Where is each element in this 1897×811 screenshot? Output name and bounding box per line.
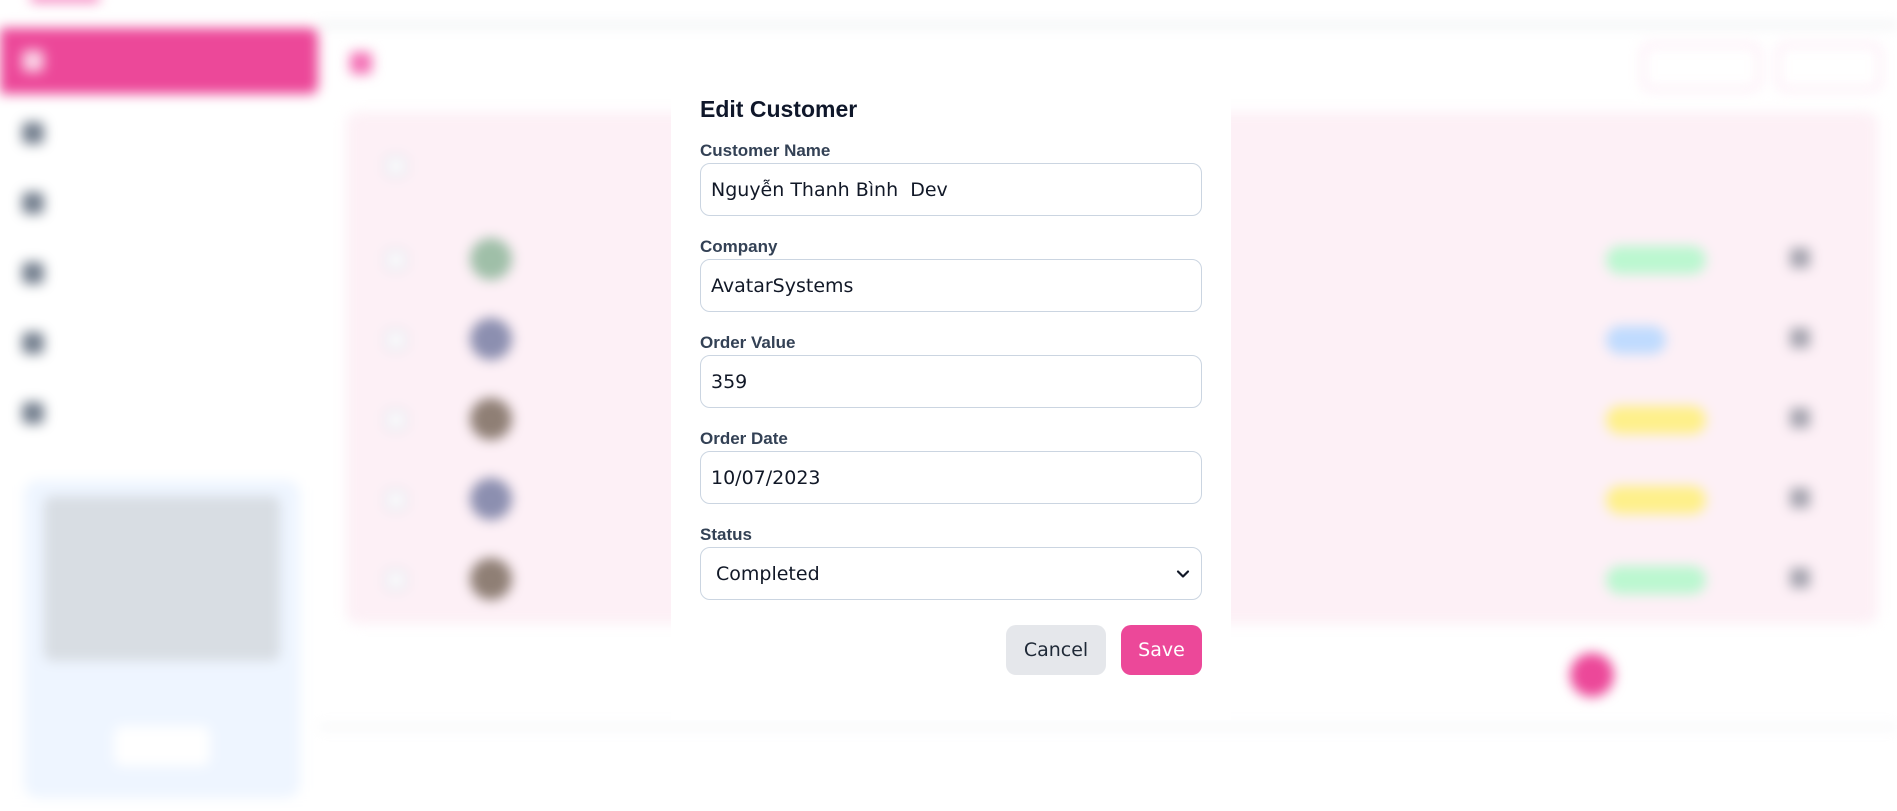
import-button[interactable] bbox=[1642, 44, 1760, 90]
avatar bbox=[470, 238, 512, 280]
edit-icon[interactable] bbox=[1790, 568, 1810, 588]
report-header bbox=[350, 52, 372, 74]
edit-customer-modal: Edit Customer Customer Name Company Orde… bbox=[671, 70, 1231, 720]
row-checkbox[interactable] bbox=[386, 250, 406, 270]
company-input[interactable] bbox=[700, 259, 1202, 312]
modal-actions: Cancel Save bbox=[671, 625, 1202, 675]
page-button[interactable] bbox=[1622, 653, 1666, 697]
sidebar-item[interactable] bbox=[0, 240, 318, 306]
status-label: Status bbox=[700, 525, 752, 544]
sidebar-item[interactable] bbox=[0, 310, 318, 376]
prev-page-button[interactable] bbox=[1518, 653, 1562, 697]
row-checkbox[interactable] bbox=[386, 410, 406, 430]
sidebar-item[interactable] bbox=[0, 380, 318, 446]
page-button[interactable] bbox=[1726, 653, 1770, 697]
avatar bbox=[470, 558, 512, 600]
customer-name-input[interactable] bbox=[700, 163, 1202, 216]
sidebar-item-active[interactable] bbox=[0, 28, 318, 94]
sidebar-item[interactable] bbox=[0, 170, 318, 236]
row-checkbox[interactable] bbox=[386, 330, 406, 350]
cancel-button[interactable]: Cancel bbox=[1006, 625, 1106, 675]
company-field: Company bbox=[700, 236, 1202, 312]
save-button[interactable]: Save bbox=[1121, 625, 1202, 675]
next-page-button[interactable] bbox=[1830, 653, 1874, 697]
projects-icon bbox=[22, 122, 44, 144]
integrations-icon bbox=[22, 402, 44, 424]
messages-icon bbox=[22, 332, 44, 354]
order-value-label: Order Value bbox=[700, 333, 796, 352]
customer-name-field: Customer Name bbox=[700, 140, 1202, 216]
dashboard-icon bbox=[22, 50, 44, 72]
edit-icon[interactable] bbox=[1790, 248, 1810, 268]
status-selected-value: Completed bbox=[716, 562, 820, 585]
page-button-active[interactable] bbox=[1570, 653, 1614, 697]
order-date-field: Order Date bbox=[700, 428, 1202, 504]
order-value-field: Order Value bbox=[700, 332, 1202, 408]
edit-icon[interactable] bbox=[1790, 488, 1810, 508]
order-date-input[interactable] bbox=[700, 451, 1202, 504]
modal-title: Edit Customer bbox=[700, 96, 858, 122]
page-button[interactable] bbox=[1674, 653, 1718, 697]
status-badge bbox=[1606, 486, 1706, 514]
status-badge bbox=[1606, 566, 1706, 594]
status-badge bbox=[1606, 246, 1706, 274]
sidebar bbox=[0, 0, 318, 811]
status-field: Status Completed bbox=[700, 524, 1202, 600]
edit-icon[interactable] bbox=[1790, 328, 1810, 348]
avatar bbox=[470, 318, 512, 360]
report-icon bbox=[350, 52, 372, 74]
order-value-input[interactable] bbox=[700, 355, 1202, 408]
top-bar bbox=[318, 0, 1897, 26]
chevron-down-icon bbox=[1176, 570, 1190, 578]
promo-button[interactable] bbox=[114, 726, 210, 766]
avatar bbox=[470, 478, 512, 520]
company-label: Company bbox=[700, 237, 778, 256]
avatar bbox=[470, 398, 512, 440]
order-date-label: Order Date bbox=[700, 429, 788, 448]
app-root: Edit Customer Customer Name Company Orde… bbox=[0, 0, 1897, 811]
status-badge bbox=[1606, 406, 1706, 434]
row-checkbox[interactable] bbox=[386, 570, 406, 590]
logo-accent bbox=[30, 0, 100, 2]
promo-image bbox=[44, 496, 280, 661]
customer-name-label: Customer Name bbox=[700, 141, 831, 160]
status-select[interactable]: Completed bbox=[700, 547, 1202, 600]
sidebar-item[interactable] bbox=[0, 100, 318, 166]
edit-icon[interactable] bbox=[1790, 408, 1810, 428]
page-button[interactable] bbox=[1778, 653, 1822, 697]
divider bbox=[318, 726, 1897, 728]
analytics-icon bbox=[22, 262, 44, 284]
export-button[interactable] bbox=[1777, 44, 1881, 90]
select-all-checkbox[interactable] bbox=[386, 156, 406, 176]
promo-card bbox=[24, 480, 300, 798]
teams-icon bbox=[22, 192, 44, 214]
row-checkbox[interactable] bbox=[386, 490, 406, 510]
status-badge bbox=[1606, 326, 1666, 354]
